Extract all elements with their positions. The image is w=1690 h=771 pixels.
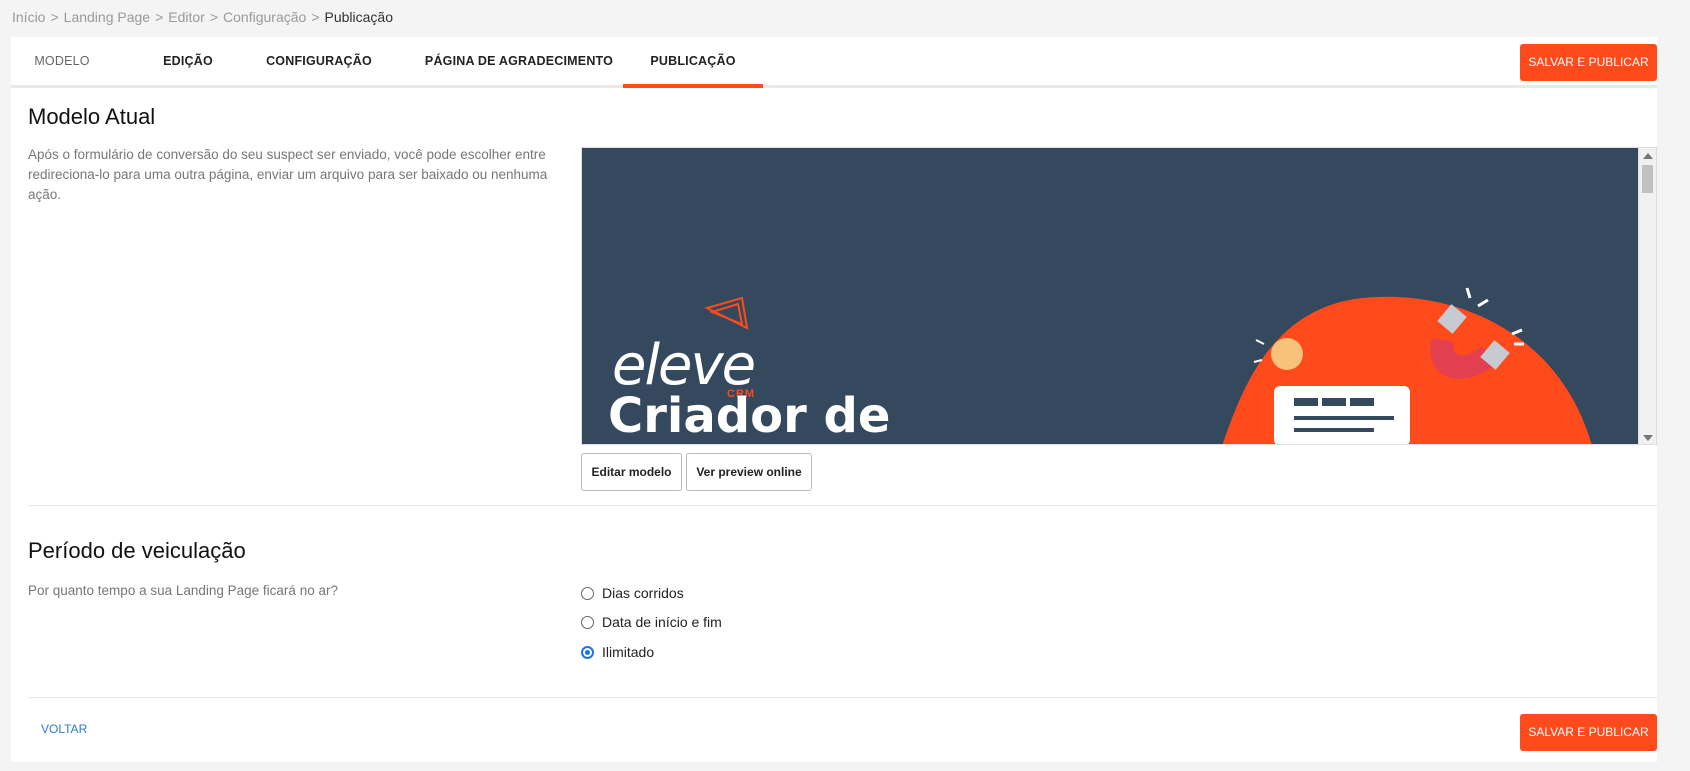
magnet-ray-shape — [1477, 298, 1489, 308]
preview-online-button[interactable]: Ver preview online — [686, 453, 812, 491]
template-preview-content: eleve CRM Criador de — [582, 148, 1639, 444]
radio-button-checked[interactable] — [581, 645, 594, 659]
lightbulb-icon — [1271, 338, 1303, 370]
breadcrumb-separator: > — [311, 9, 320, 25]
section-divider — [28, 505, 1657, 506]
breadcrumb-item-inicio[interactable]: Início — [12, 9, 45, 25]
radio-dias-corridos[interactable]: Dias corridos — [581, 585, 684, 601]
preview-headline: Criador de — [608, 388, 891, 444]
tab-publicacao[interactable]: PUBLICAÇÃO — [623, 37, 763, 88]
tab-pagina-de-agradecimento[interactable]: PÁGINA DE AGRADECIMENTO — [403, 37, 635, 88]
document-line-shape — [1294, 428, 1374, 432]
breadcrumb-item-configuracao[interactable]: Configuração — [223, 9, 306, 25]
radio-label: Data de início e fim — [602, 614, 722, 630]
document-line-shape — [1322, 398, 1346, 406]
radio-label: Dias corridos — [602, 585, 684, 601]
breadcrumb-separator: > — [50, 9, 59, 25]
tab-bar: MODELO EDIÇÃO CONFIGURAÇÃO PÁGINA DE AGR… — [11, 37, 1657, 88]
preview-scrollbar[interactable] — [1638, 148, 1656, 444]
breadcrumb-item-landing-page[interactable]: Landing Page — [64, 9, 150, 25]
modelo-atual-title: Modelo Atual — [28, 104, 156, 129]
scroll-thumb[interactable] — [1642, 165, 1653, 193]
edit-template-button[interactable]: Editar modelo — [581, 453, 682, 491]
logo-mark-icon — [708, 302, 744, 326]
section-divider — [28, 697, 1657, 698]
radio-button[interactable] — [581, 586, 594, 600]
document-line-shape — [1350, 398, 1374, 406]
document-card-shape — [1274, 386, 1410, 444]
scroll-up-icon[interactable] — [1643, 153, 1653, 159]
breadcrumb-current: Publicação — [324, 9, 394, 25]
radio-data-inicio-fim[interactable]: Data de início e fim — [581, 614, 722, 630]
save-publish-button-top[interactable]: SALVAR E PUBLICAR — [1520, 44, 1657, 81]
main-panel: Modelo Atual Após o formulário de conver… — [11, 88, 1657, 762]
periodo-title: Período de veiculação — [28, 538, 246, 563]
document-line-shape — [1294, 416, 1394, 420]
radio-label: Ilimitado — [602, 644, 655, 660]
save-publish-button-bottom[interactable]: SALVAR E PUBLICAR — [1520, 714, 1657, 751]
tab-edicao[interactable]: EDIÇÃO — [129, 37, 247, 88]
radio-button[interactable] — [581, 615, 594, 629]
document-line-shape — [1294, 398, 1318, 406]
breadcrumb-separator: > — [155, 9, 164, 25]
tab-modelo[interactable]: MODELO — [11, 37, 113, 88]
breadcrumb: Início > Landing Page > Editor > Configuração >… — [12, 9, 393, 25]
periodo-description: Por quanto tempo a sua Landing Page fica… — [28, 583, 338, 598]
radio-ilimitado[interactable]: Ilimitado — [581, 644, 654, 660]
modelo-atual-description: Após o formulário de conversão do seu su… — [28, 147, 548, 202]
back-link[interactable]: VOLTAR — [41, 722, 87, 736]
scroll-down-icon[interactable] — [1643, 435, 1653, 441]
template-preview-frame[interactable]: eleve CRM Criador de — [581, 147, 1657, 445]
tab-configuracao[interactable]: CONFIGURAÇÃO — [247, 37, 391, 88]
magnet-ray-shape — [1465, 287, 1472, 299]
breadcrumb-item-editor[interactable]: Editor — [168, 9, 205, 25]
magnet-ray-shape — [1511, 328, 1523, 336]
lightbulb-ray-shape — [1255, 339, 1265, 345]
breadcrumb-separator: > — [209, 9, 219, 25]
